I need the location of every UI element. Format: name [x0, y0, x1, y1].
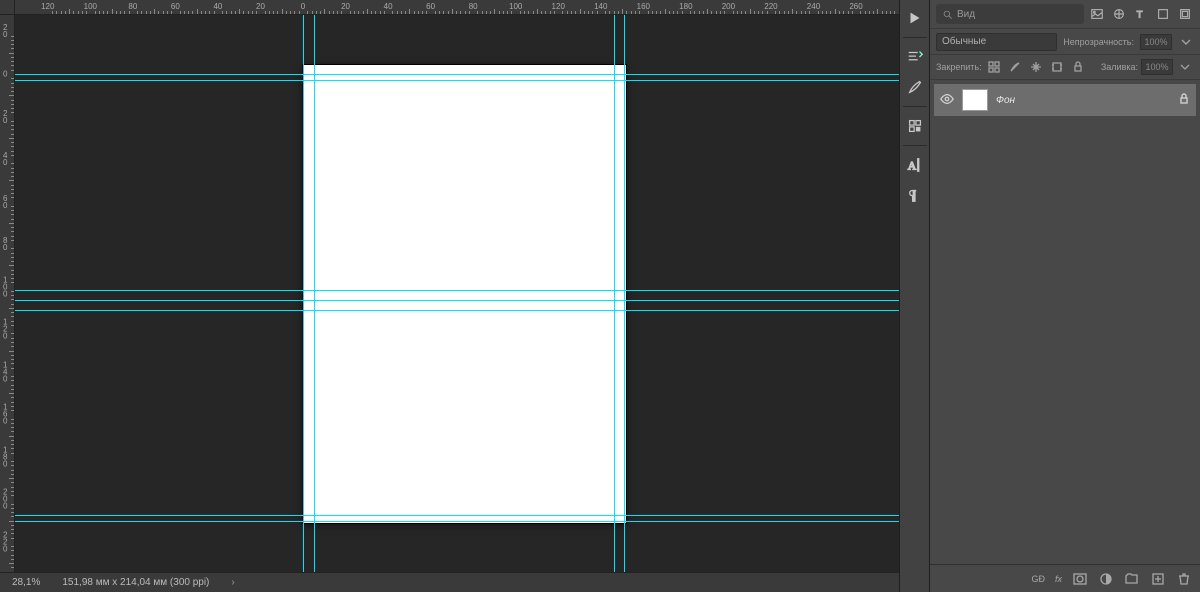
adjustment-layer-icon[interactable] — [1098, 571, 1114, 587]
search-icon — [942, 9, 953, 20]
fx-icon[interactable]: fx — [1055, 574, 1062, 584]
new-layer-icon[interactable] — [1150, 571, 1166, 587]
document-dimensions: 151,98 мм x 214,04 мм (300 ppi) — [62, 577, 209, 588]
fill-chevron-icon[interactable] — [1176, 58, 1194, 76]
filter-shapes-icon[interactable] — [1154, 5, 1172, 23]
ruler-corner — [0, 0, 15, 15]
character-icon[interactable]: A — [901, 151, 929, 179]
svg-text:¶: ¶ — [909, 188, 915, 203]
layer-thumbnail[interactable] — [962, 89, 988, 111]
fill-field[interactable]: 100% — [1141, 59, 1173, 75]
artboard[interactable] — [303, 65, 626, 523]
filter-text-icon[interactable]: T — [1132, 5, 1150, 23]
lock-artboard-icon[interactable] — [1048, 58, 1066, 76]
layer-search-input[interactable]: Вид — [936, 4, 1084, 24]
opacity-label: Непрозрачность: — [1063, 37, 1134, 47]
info-chevron-icon[interactable]: › — [231, 577, 234, 588]
layer-name[interactable]: Фон — [996, 95, 1170, 106]
lock-label: Закрепить: — [936, 62, 982, 72]
fill-label: Заливка: — [1101, 62, 1138, 72]
horizontal-ruler: 1201008060402002040608010012014016018020… — [15, 0, 899, 15]
lock-all-icon[interactable] — [1069, 58, 1087, 76]
side-panel: Вид T Обычные Непрозрачность: 100% Закре… — [930, 0, 1200, 592]
opacity-field[interactable]: 100% — [1140, 34, 1172, 50]
layers-footer: GĐ fx — [930, 564, 1200, 592]
layer-lock-icon[interactable] — [1178, 93, 1190, 108]
link-layers-icon[interactable]: GĐ — [1031, 574, 1045, 584]
paragraph-styles-icon[interactable] — [901, 43, 929, 71]
search-placeholder: Вид — [957, 9, 975, 20]
filter-smart-icon[interactable] — [1176, 5, 1194, 23]
blend-mode-select[interactable]: Обычные — [936, 33, 1057, 51]
vertical-toolbar: A ¶ — [899, 0, 930, 592]
vertical-ruler: 20020406080100120140160180200220 — [0, 15, 15, 572]
brush-icon[interactable] — [901, 73, 929, 101]
lock-brush-icon[interactable] — [1006, 58, 1024, 76]
delete-layer-icon[interactable] — [1176, 571, 1192, 587]
lock-position-icon[interactable] — [1027, 58, 1045, 76]
canvas-viewport[interactable] — [15, 15, 899, 572]
opacity-chevron-icon[interactable] — [1178, 34, 1194, 50]
zoom-level[interactable]: 28,1% — [12, 577, 40, 588]
group-icon[interactable] — [1124, 571, 1140, 587]
svg-text:T: T — [1137, 10, 1143, 21]
swatches-icon[interactable] — [901, 112, 929, 140]
expand-panels-icon[interactable] — [901, 4, 929, 32]
lock-pixels-icon[interactable] — [985, 58, 1003, 76]
paragraph-icon[interactable]: ¶ — [901, 181, 929, 209]
filter-images-icon[interactable] — [1088, 5, 1106, 23]
layer-mask-icon[interactable] — [1072, 571, 1088, 587]
status-bar: 28,1% 151,98 мм x 214,04 мм (300 ppi) › — [0, 572, 899, 592]
layer-row[interactable]: Фон — [934, 84, 1196, 116]
svg-text:A: A — [907, 160, 916, 173]
filter-adjustments-icon[interactable] — [1110, 5, 1128, 23]
visibility-eye-icon[interactable] — [940, 92, 954, 109]
layers-list: Фон — [930, 80, 1200, 564]
